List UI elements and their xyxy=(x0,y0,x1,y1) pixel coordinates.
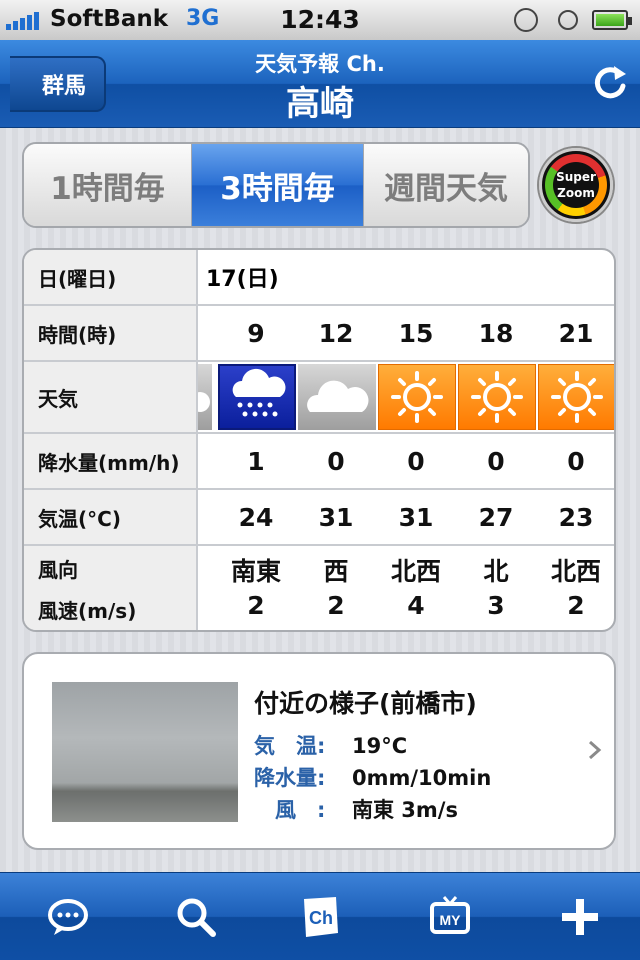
cloud-icon xyxy=(298,364,376,430)
wind-cell: 南東 2 xyxy=(216,546,296,630)
status-time: 12:43 xyxy=(280,5,360,34)
wind-direction: 北西 xyxy=(390,557,441,586)
nearby-temperature-label: 気 温: xyxy=(254,734,326,758)
sun-icon xyxy=(378,364,456,430)
comment-icon[interactable] xyxy=(38,887,98,947)
nearby-conditions-title: 付近の様子(前橋市) xyxy=(254,689,477,718)
back-button-label: 群馬 xyxy=(41,74,86,99)
temp-cell: 27 xyxy=(478,502,514,532)
forecast-table: 日(曜日) 17(日) 時間(時) 9 12 15 18 21 天気 降水量(m… xyxy=(22,248,616,632)
time-cell: 12 xyxy=(318,318,354,348)
sun-icon xyxy=(538,364,614,430)
cloud-partial-icon xyxy=(198,364,212,430)
rain-cell: 0 xyxy=(487,446,505,476)
chevron-right-icon xyxy=(589,740,602,760)
super-zoom-button[interactable]: Super Zoom xyxy=(539,148,613,222)
nav-subtitle: 天気予報 Ch. xyxy=(255,52,385,76)
wind-direction: 西 xyxy=(323,557,349,586)
row-header-wind: 風向 風速(m/s) xyxy=(24,546,198,630)
nearby-precipitation-label: 降水量: xyxy=(254,766,326,790)
row-header-temperature: 気温(°C) xyxy=(24,490,198,544)
segment-3hourly[interactable]: 3時間毎 xyxy=(192,144,364,226)
segment-hourly[interactable]: 1時間毎 xyxy=(24,144,192,226)
nearby-wind: 風 : 南東 3m/s xyxy=(254,794,458,824)
row-header-weather: 天気 xyxy=(24,362,198,432)
row-header-date: 日(曜日) xyxy=(24,250,198,304)
refresh-icon[interactable] xyxy=(590,62,630,102)
nearby-temperature-value: 19°C xyxy=(352,734,408,758)
temp-cell: 31 xyxy=(398,502,434,532)
rain-cell: 0 xyxy=(327,446,345,476)
wind-cell: 西 2 xyxy=(296,546,376,630)
row-header-time: 時間(時) xyxy=(24,306,198,360)
temp-cell: 24 xyxy=(238,502,274,532)
nearby-wind-value: 南東 3m/s xyxy=(352,798,458,822)
rotation-lock-icon xyxy=(514,8,538,32)
rain-cell: 0 xyxy=(567,446,585,476)
wind-speed: 3 xyxy=(487,591,505,620)
row-wind: 風向 風速(m/s) 南東 2 西 2 北西 4 北 3 北西 2 xyxy=(24,546,614,630)
super-zoom-label-2: Zoom xyxy=(557,186,595,200)
rain-cell: 0 xyxy=(407,446,425,476)
my-tv-icon-label: MY xyxy=(440,912,462,928)
alarm-icon xyxy=(558,10,578,30)
segment-weekly[interactable]: 週間天気 xyxy=(364,144,528,226)
live-camera-photo xyxy=(52,682,238,822)
wind-speed: 2 xyxy=(247,591,265,620)
time-cell: 9 xyxy=(247,318,265,348)
row-header-precipitation: 降水量(mm/h) xyxy=(24,434,198,488)
nav-bar: 群馬 天気予報 Ch. 高崎 xyxy=(0,40,640,128)
page-title: 高崎 xyxy=(286,84,354,124)
nearby-temperature: 気 温: 19°C xyxy=(254,730,407,760)
nearby-conditions-card[interactable]: 付近の様子(前橋市) 気 温: 19°C 降水量: 0mm/10min 風 : 南東 … xyxy=(22,652,616,850)
row-temperature: 気温(°C) 24 31 31 27 23 xyxy=(24,490,614,546)
add-icon[interactable] xyxy=(550,887,610,947)
search-icon[interactable] xyxy=(166,887,226,947)
nearby-precipitation: 降水量: 0mm/10min xyxy=(254,762,491,792)
wind-speed: 4 xyxy=(407,591,425,620)
channel-icon[interactable]: Ch xyxy=(290,887,350,947)
wind-cell: 北西 4 xyxy=(376,546,456,630)
forecast-mode-segment: 1時間毎 3時間毎 週間天気 xyxy=(22,142,530,228)
wind-speed: 2 xyxy=(327,591,345,620)
channel-icon-label: Ch xyxy=(309,908,333,928)
temp-cell: 23 xyxy=(558,502,594,532)
wind-cell: 北 3 xyxy=(456,546,536,630)
wind-cell: 北西 2 xyxy=(536,546,614,630)
temp-cell: 31 xyxy=(318,502,354,532)
wind-direction: 南東 xyxy=(230,557,281,586)
wind-speed: 2 xyxy=(567,591,585,620)
super-zoom-label-1: Super xyxy=(556,170,596,184)
wind-speed-label: 風速(m/s) xyxy=(38,599,137,623)
sun-icon xyxy=(458,364,536,430)
rain-cell: 1 xyxy=(247,446,265,476)
row-time: 時間(時) 9 12 15 18 21 xyxy=(24,306,614,362)
my-tv-icon[interactable]: MY xyxy=(420,887,480,947)
time-cell: 18 xyxy=(478,318,514,348)
tab-bar: Ch MY xyxy=(0,872,640,960)
battery-icon xyxy=(592,10,632,30)
rain-icon xyxy=(218,364,296,430)
time-cell: 15 xyxy=(398,318,434,348)
row-date: 日(曜日) 17(日) xyxy=(24,250,614,306)
row-precipitation: 降水量(mm/h) 1 0 0 0 0 xyxy=(24,434,614,490)
nearby-wind-label: 風 : xyxy=(254,798,326,822)
forecast-date: 17(日) xyxy=(206,267,279,292)
time-cell: 21 xyxy=(558,318,594,348)
status-bar: SoftBank 3G 12:43 xyxy=(0,0,640,40)
wind-direction-label: 風向 xyxy=(38,558,78,582)
wind-direction: 北西 xyxy=(550,557,601,586)
wind-direction: 北 xyxy=(483,557,509,586)
nearby-precipitation-value: 0mm/10min xyxy=(352,766,492,790)
row-weather: 天気 xyxy=(24,362,614,434)
